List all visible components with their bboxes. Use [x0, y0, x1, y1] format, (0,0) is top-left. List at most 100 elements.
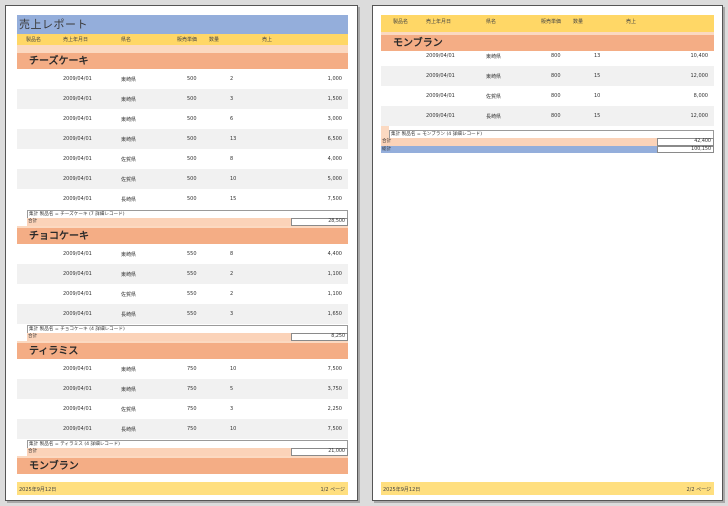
cell-sales: 7,500: [327, 366, 342, 372]
cell-price: 500: [187, 176, 197, 182]
cell-qty: 10: [230, 426, 237, 432]
cell-price: 500: [187, 76, 197, 82]
footer-page-number: 1/2 ページ: [320, 487, 345, 493]
cell-sales: 2,250: [327, 406, 342, 412]
cell-date: 2009/04/01: [426, 73, 455, 79]
cell-pref: 東崎県: [121, 77, 137, 83]
cell-qty: 2: [230, 271, 234, 277]
table-row: 2009/04/01 東崎県 750 5 3,750: [17, 379, 348, 399]
cell-pref: 長崎県: [121, 312, 137, 318]
column-unit-price: 販売単価: [541, 19, 562, 25]
page-footer: 2025年9月12日 2/2 ページ: [381, 482, 714, 495]
column-quantity: 数量: [209, 37, 220, 43]
cell-qty: 13: [594, 53, 601, 59]
cell-price: 750: [187, 386, 197, 392]
cell-qty: 15: [230, 196, 237, 202]
cell-price: 500: [187, 196, 197, 202]
column-sales: 売上: [262, 37, 273, 43]
cell-price: 500: [187, 96, 197, 102]
cell-qty: 2: [230, 291, 234, 297]
group-summary-line: 集計 製品名 = ティラミス (4 詳細レコード): [27, 440, 348, 448]
cell-sales: 6,500: [327, 136, 342, 142]
group-header-chocolate-cake: チョコケーキ: [17, 228, 348, 244]
cell-price: 750: [187, 406, 197, 412]
cell-date: 2009/04/01: [63, 386, 92, 392]
report-page-2: 製品名 売上年月日 県名 販売単価 数量 売上 モンブラン 2009/04/01…: [372, 5, 723, 501]
cell-qty: 6: [230, 116, 234, 122]
group-total-value: 28,500: [291, 218, 348, 226]
group-header-tiramisu: ティラミス: [17, 343, 348, 359]
grand-total-value: 100,150: [657, 146, 714, 153]
cell-pref: 長崎県: [121, 427, 137, 433]
cell-qty: 3: [230, 311, 234, 317]
total-label: 合計: [382, 139, 392, 144]
cell-sales: 10,400: [690, 53, 709, 59]
table-row: 2009/04/01 長崎県 550 3 1,650: [17, 304, 348, 324]
cell-pref: 東崎県: [121, 117, 137, 123]
cell-date: 2009/04/01: [63, 176, 92, 182]
cell-pref: 東崎県: [121, 367, 137, 373]
cell-pref: 東崎県: [121, 97, 137, 103]
cell-date: 2009/04/01: [63, 406, 92, 412]
cell-date: 2009/04/01: [63, 136, 92, 142]
cell-sales: 7,500: [327, 426, 342, 432]
cell-qty: 10: [594, 93, 601, 99]
column-sales: 売上: [626, 19, 637, 25]
cell-sales: 1,100: [327, 291, 342, 297]
cell-date: 2009/04/01: [63, 76, 92, 82]
cell-pref: 東崎県: [121, 387, 137, 393]
grand-total-row: 総計 100,150: [381, 146, 714, 153]
cell-pref: 東崎県: [121, 252, 137, 258]
cell-sales: 12,000: [690, 73, 709, 79]
cell-sales: 8,000: [693, 93, 708, 99]
cell-date: 2009/04/01: [63, 116, 92, 122]
cell-price: 550: [187, 271, 197, 277]
column-unit-price: 販売単価: [177, 37, 198, 43]
group-total-value: 21,000: [291, 448, 348, 456]
table-row: 2009/04/01 佐賀県 550 2 1,100: [17, 284, 348, 304]
cell-sales: 1,100: [327, 271, 342, 277]
column-date: 売上年月日: [426, 19, 452, 25]
group-total-value: 42,400: [657, 138, 714, 146]
cell-price: 750: [187, 426, 197, 432]
cell-price: 800: [551, 113, 561, 119]
cell-qty: 10: [230, 366, 237, 372]
group-summary-line: 集計 製品名 = モンブラン (4 詳細レコード): [389, 130, 714, 138]
group-header-cheesecake: チーズケーキ: [17, 53, 348, 69]
cell-date: 2009/04/01: [426, 53, 455, 59]
cell-date: 2009/04/01: [63, 271, 92, 277]
group-header-mont-blanc: モンブラン: [17, 458, 348, 474]
group-summary-line: 集計 製品名 = チーズケーキ (7 詳細レコード): [27, 210, 348, 218]
cell-sales: 4,000: [327, 156, 342, 162]
cell-pref: 東崎県: [121, 137, 137, 143]
total-label: 合計: [28, 449, 38, 454]
group-total-row: 合計 28,500: [27, 218, 348, 226]
table-row: 2009/04/01 佐賀県 500 10 5,000: [17, 169, 348, 189]
cell-price: 550: [187, 291, 197, 297]
table-row: 2009/04/01 東崎県 800 13 10,400: [381, 46, 714, 66]
table-row: 2009/04/01 東崎県 750 10 7,500: [17, 359, 348, 379]
total-label: 総計: [382, 147, 392, 152]
column-prefecture: 県名: [121, 37, 132, 43]
cell-date: 2009/04/01: [63, 311, 92, 317]
cell-date: 2009/04/01: [426, 93, 455, 99]
cell-pref: 佐賀県: [121, 292, 137, 298]
cell-qty: 13: [230, 136, 237, 142]
cell-sales: 1,650: [327, 311, 342, 317]
cell-date: 2009/04/01: [63, 196, 92, 202]
table-row: 2009/04/01 長崎県 500 15 7,500: [17, 189, 348, 209]
column-product: 製品名: [26, 37, 42, 43]
cell-qty: 2: [230, 76, 234, 82]
report-page-1: 売上レポート 製品名 売上年月日 県名 販売単価 数量 売上 チーズケーキ 20…: [5, 5, 358, 501]
page-footer: 2025年9月12日 1/2 ページ: [17, 482, 348, 495]
table-row: 2009/04/01 東崎県 800 15 12,000: [381, 66, 714, 86]
cell-qty: 15: [594, 73, 601, 79]
table-row: 2009/04/01 東崎県 550 8 4,400: [17, 244, 348, 264]
footer-date: 2025年9月12日: [19, 487, 57, 493]
group-total-row: 合計 21,000: [27, 448, 348, 456]
group-total-row: 合計 8,250: [27, 333, 348, 341]
cell-date: 2009/04/01: [63, 251, 92, 257]
cell-qty: 5: [230, 386, 234, 392]
group-spacer: [17, 45, 348, 53]
cell-date: 2009/04/01: [63, 426, 92, 432]
